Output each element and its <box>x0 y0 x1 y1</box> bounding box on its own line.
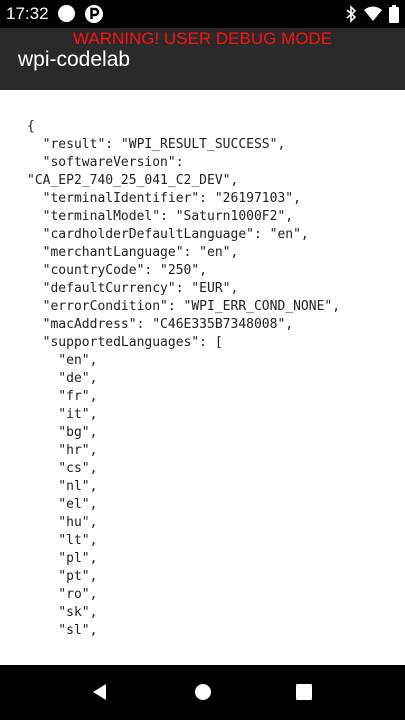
json-line: "pl", <box>27 551 98 566</box>
json-line: "countryCode": "250", <box>27 263 208 278</box>
json-line: "cardholderDefaultLanguage": "en", <box>27 227 309 242</box>
json-line: "sl", <box>27 623 98 638</box>
json-line: "lt", <box>27 533 98 548</box>
json-line: "sk", <box>27 605 98 620</box>
status-bar: 17:32 <box>0 0 405 28</box>
json-line: "de", <box>27 371 98 386</box>
json-line: "terminalIdentifier": "26197103", <box>27 191 301 206</box>
json-line: "merchantLanguage": "en", <box>27 245 239 260</box>
json-line: "pt", <box>27 569 98 584</box>
json-output: { "result": "WPI_RESULT_SUCCESS", "softw… <box>27 118 340 640</box>
json-line: "result": "WPI_RESULT_SUCCESS", <box>27 137 286 152</box>
app-bar: WARNING! USER DEBUG MODE wpi-codelab <box>0 28 405 90</box>
json-line: "bg", <box>27 425 98 440</box>
battery-icon <box>389 5 399 23</box>
json-line: "defaultCurrency": "EUR", <box>27 281 239 296</box>
json-line: "hr", <box>27 443 98 458</box>
json-line: "cs", <box>27 461 98 476</box>
status-time: 17:32 <box>6 4 49 23</box>
json-line: "terminalModel": "Saturn1000F2", <box>27 209 294 224</box>
json-line: "errorCondition": "WPI_ERR_COND_NONE", <box>27 299 341 314</box>
json-line: "hu", <box>27 515 98 530</box>
wifi-icon <box>364 6 382 22</box>
navigation-bar <box>0 665 405 720</box>
notification-circle-icon <box>58 5 75 22</box>
recents-icon[interactable] <box>294 682 314 702</box>
status-icons <box>345 4 399 24</box>
json-line: "supportedLanguages": [ <box>27 335 223 350</box>
p-app-icon <box>84 4 104 24</box>
home-icon[interactable] <box>193 682 213 702</box>
json-line: "it", <box>27 407 98 422</box>
json-scroll-view[interactable]: { "result": "WPI_RESULT_SUCCESS", "softw… <box>0 90 405 665</box>
json-line: "nl", <box>27 479 98 494</box>
back-icon[interactable] <box>90 682 110 702</box>
json-line: "CA_EP2_740_25_041_C2_DEV", <box>27 173 239 188</box>
json-line: "fr", <box>27 389 98 404</box>
json-line: "ro", <box>27 587 98 602</box>
bluetooth-icon <box>345 5 357 23</box>
json-line: "macAddress": "C46E335B7348008", <box>27 317 294 332</box>
debug-warning-banner: WARNING! USER DEBUG MODE <box>72 29 333 48</box>
json-line: { <box>27 119 35 134</box>
json-line: "en", <box>27 353 98 368</box>
json-line: "el", <box>27 497 98 512</box>
json-line: "softwareVersion": <box>27 155 184 170</box>
app-title: wpi-codelab <box>18 48 131 71</box>
